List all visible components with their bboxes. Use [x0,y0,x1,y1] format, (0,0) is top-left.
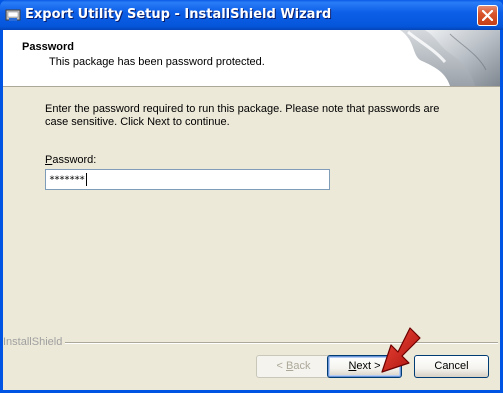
close-icon [482,10,493,21]
password-field[interactable]: ******* [45,169,330,190]
back-button[interactable]: < Back [256,355,331,378]
back-suffix: ack [293,360,311,372]
close-button[interactable] [477,5,498,26]
text-caret [86,173,88,186]
footer-divider [65,342,498,344]
window-title: Export Utility Setup - InstallShield Wiz… [25,7,332,22]
header-banner: Password This package has been password … [3,30,500,87]
password-label-text: assword: [52,154,97,166]
title-bar[interactable]: Export Utility Setup - InstallShield Wiz… [0,0,503,30]
cancel-button[interactable]: Cancel [414,355,489,378]
dialog-client-area: Password This package has been password … [3,30,500,390]
banner-artwork [390,30,500,86]
password-label: Password: [45,154,96,166]
password-value: ******* [49,174,85,186]
banner-subtitle: This package has been password protected… [49,56,265,68]
installshield-brand: InstallShield [3,336,63,348]
installshield-window: Export Utility Setup - InstallShield Wiz… [0,0,503,393]
back-prefix: < [276,360,286,372]
instructions-text: Enter the password required to run this … [45,103,440,128]
banner-title: Password [22,41,74,53]
red-pointer-arrow-icon [381,327,421,373]
installer-icon [5,7,21,23]
